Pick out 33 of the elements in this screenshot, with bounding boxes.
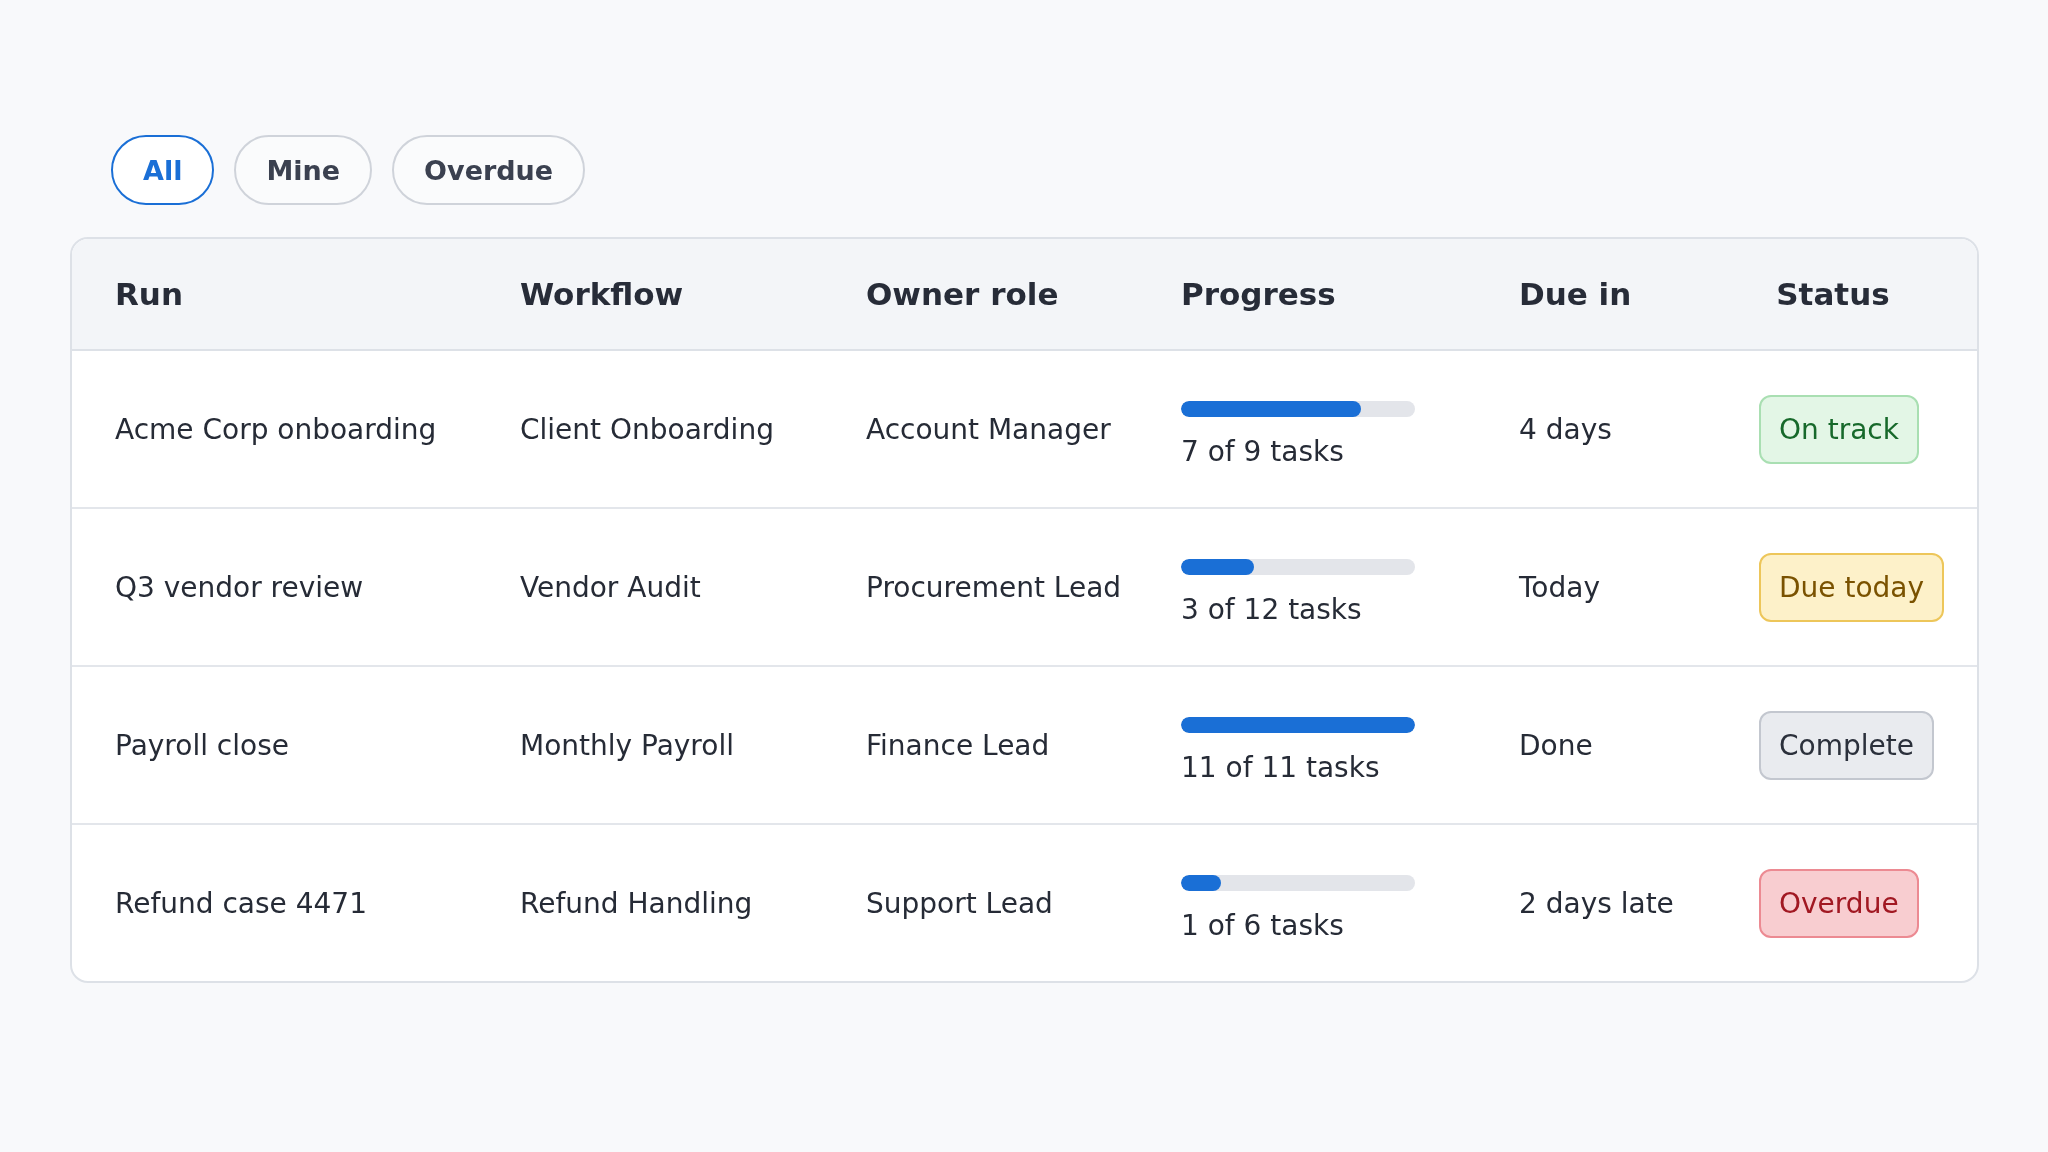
column-header: Owner role: [866, 276, 1060, 312]
filter-tab[interactable]: Overdue: [392, 135, 586, 205]
table-cell-text: Refund Handling: [520, 886, 754, 920]
status-badge: Overdue: [1759, 868, 1919, 938]
table-cell-text: Procurement Lead: [866, 570, 1123, 604]
progress-label: 11 of 11 tasks: [1181, 750, 1381, 784]
filter-tab[interactable]: Mine: [234, 135, 373, 205]
status-badge: Due today: [1759, 552, 1945, 622]
column-header: Run: [115, 276, 184, 312]
table-cell-text: Client Onboarding: [520, 412, 775, 446]
status-badge: On track: [1759, 394, 1919, 464]
progress-label: 1 of 6 tasks: [1181, 908, 1345, 942]
filter-tab[interactable]: All: [111, 135, 215, 205]
table-cell-text: Vendor Audit: [520, 570, 702, 604]
table-cell-text: Q3 vendor review: [115, 570, 365, 604]
progress-label: 3 of 12 tasks: [1181, 592, 1363, 626]
column-header: Workflow: [520, 276, 685, 312]
table-cell-text: Support Lead: [866, 886, 1054, 920]
column-header: Due in: [1519, 276, 1633, 312]
table-cell-text: Done: [1519, 728, 1594, 762]
table-cell-text: Acme Corp onboarding: [115, 412, 438, 446]
column-header: Status: [1775, 276, 1891, 312]
table-cell-text: Monthly Payroll: [520, 728, 735, 762]
progress-label: 7 of 9 tasks: [1181, 434, 1345, 468]
column-header: Progress: [1181, 276, 1337, 312]
table-cell-text: 4 days: [1519, 412, 1613, 446]
table-cell-text: 2 days late: [1519, 886, 1675, 920]
table-cell-text: Refund case 4471: [115, 886, 368, 920]
table-cell-text: Payroll close: [115, 728, 290, 762]
table-cell-text: Today: [1519, 570, 1601, 604]
table-cell-text: Finance Lead: [866, 728, 1051, 762]
table-cell-text: Account Manager: [866, 412, 1112, 446]
status-badge: Complete: [1759, 710, 1934, 780]
